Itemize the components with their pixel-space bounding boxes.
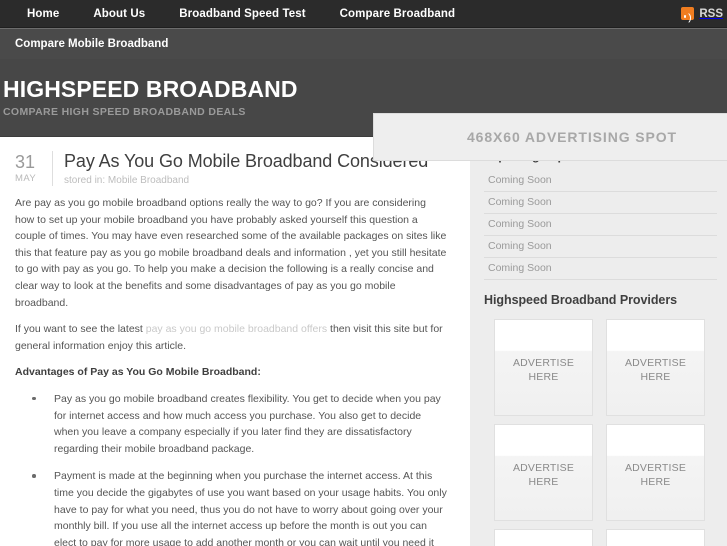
sidebar-ad-box-label: ADVERTISE HERE	[512, 461, 575, 488]
nav-item-compare-broadband[interactable]: Compare Broadband	[323, 8, 472, 20]
post-date-month: MAY	[15, 173, 37, 184]
post-meta: stored in: Mobile Broadband	[64, 175, 458, 186]
page-body: 31 MAY Pay As You Go Mobile Broadband Co…	[0, 137, 727, 546]
sidebar-ad-box-label: ADVERTISE HERE	[624, 461, 687, 488]
sidebar-ad-grid: ADVERTISE HERE ADVERTISE HERE ADVERTISE …	[484, 319, 717, 546]
sidebar: Top 5 High speed Broadband Providers Com…	[470, 137, 727, 546]
list-item: Payment is made at the beginning when yo…	[32, 468, 448, 546]
rss-icon	[681, 7, 695, 20]
nav-item-about-us[interactable]: About Us	[76, 8, 162, 20]
rss-label: RSS	[699, 7, 723, 20]
rss-link[interactable]: RSS	[681, 0, 727, 27]
post-advantages-heading: Advantages of Pay as You Go Mobile Broad…	[15, 366, 261, 379]
nav-item-broadband-speed-test[interactable]: Broadband Speed Test	[162, 8, 322, 20]
header-ad-banner[interactable]: 468X60 ADVERTISING SPOT	[373, 113, 727, 161]
sidebar-ad-box[interactable]: ADVERTISE HERE	[494, 319, 593, 416]
post-paragraph-1: Are pay as you go mobile broadband optio…	[15, 197, 447, 309]
post-body: Are pay as you go mobile broadband optio…	[0, 186, 470, 546]
post-category-link[interactable]: Mobile Broadband	[108, 175, 189, 186]
primary-nav: Home About Us Broadband Speed Test Compa…	[0, 8, 472, 20]
sidebar-ads-title: Highspeed Broadband Providers	[484, 293, 678, 307]
post-meta-prefix: stored in:	[64, 175, 108, 186]
sidebar-ad-box[interactable]: ADVERTISE HERE	[606, 424, 705, 521]
post-paragraph-2: If you want to see the latest pay as you…	[15, 321, 448, 354]
post-date: 31 MAY	[15, 151, 52, 185]
post-date-day: 31	[15, 152, 36, 172]
nav-item-home[interactable]: Home	[10, 8, 76, 20]
sidebar-ad-box[interactable]	[606, 529, 705, 546]
sidebar-ad-box[interactable]	[494, 529, 593, 546]
post-advantages-list: Pay as you go mobile broadband creates f…	[15, 391, 448, 546]
site-branding[interactable]: HIGHSPEED BROADBAND COMPARE HIGH SPEED B…	[0, 77, 298, 117]
sidebar-providers-list: Coming Soon Coming Soon Coming Soon Comi…	[484, 170, 717, 280]
sidebar-ad-box[interactable]: ADVERTISE HERE	[606, 319, 705, 416]
site-header: HIGHSPEED BROADBAND COMPARE HIGH SPEED B…	[0, 59, 727, 161]
sidebar-ad-box-label: ADVERTISE HERE	[624, 356, 687, 383]
top-navigation-bar: Home About Us Broadband Speed Test Compa…	[0, 0, 727, 28]
site-tagline: COMPARE HIGH SPEED BROADBAND DEALS	[3, 105, 246, 118]
list-item[interactable]: Coming Soon	[484, 258, 717, 280]
list-item[interactable]: Coming Soon	[484, 236, 717, 258]
post-inline-link[interactable]: pay as you go mobile broadband offers	[146, 323, 327, 335]
sidebar-ad-box[interactable]: ADVERTISE HERE	[494, 424, 593, 521]
secondary-navigation-bar: Compare Mobile Broadband	[0, 28, 727, 59]
post-paragraph-2-before: If you want to see the latest	[15, 323, 146, 336]
list-item[interactable]: Coming Soon	[484, 214, 717, 236]
list-item: Pay as you go mobile broadband creates f…	[32, 391, 448, 457]
list-item[interactable]: Coming Soon	[484, 170, 717, 192]
nav-item-compare-mobile-broadband[interactable]: Compare Mobile Broadband	[10, 38, 173, 50]
site-title: HIGHSPEED BROADBAND	[3, 76, 298, 103]
sidebar-ad-box-label: ADVERTISE HERE	[512, 356, 575, 383]
list-item[interactable]: Coming Soon	[484, 192, 717, 214]
header-ad-banner-label: 468X60 ADVERTISING SPOT	[466, 129, 678, 145]
main-content: 31 MAY Pay As You Go Mobile Broadband Co…	[0, 137, 470, 546]
